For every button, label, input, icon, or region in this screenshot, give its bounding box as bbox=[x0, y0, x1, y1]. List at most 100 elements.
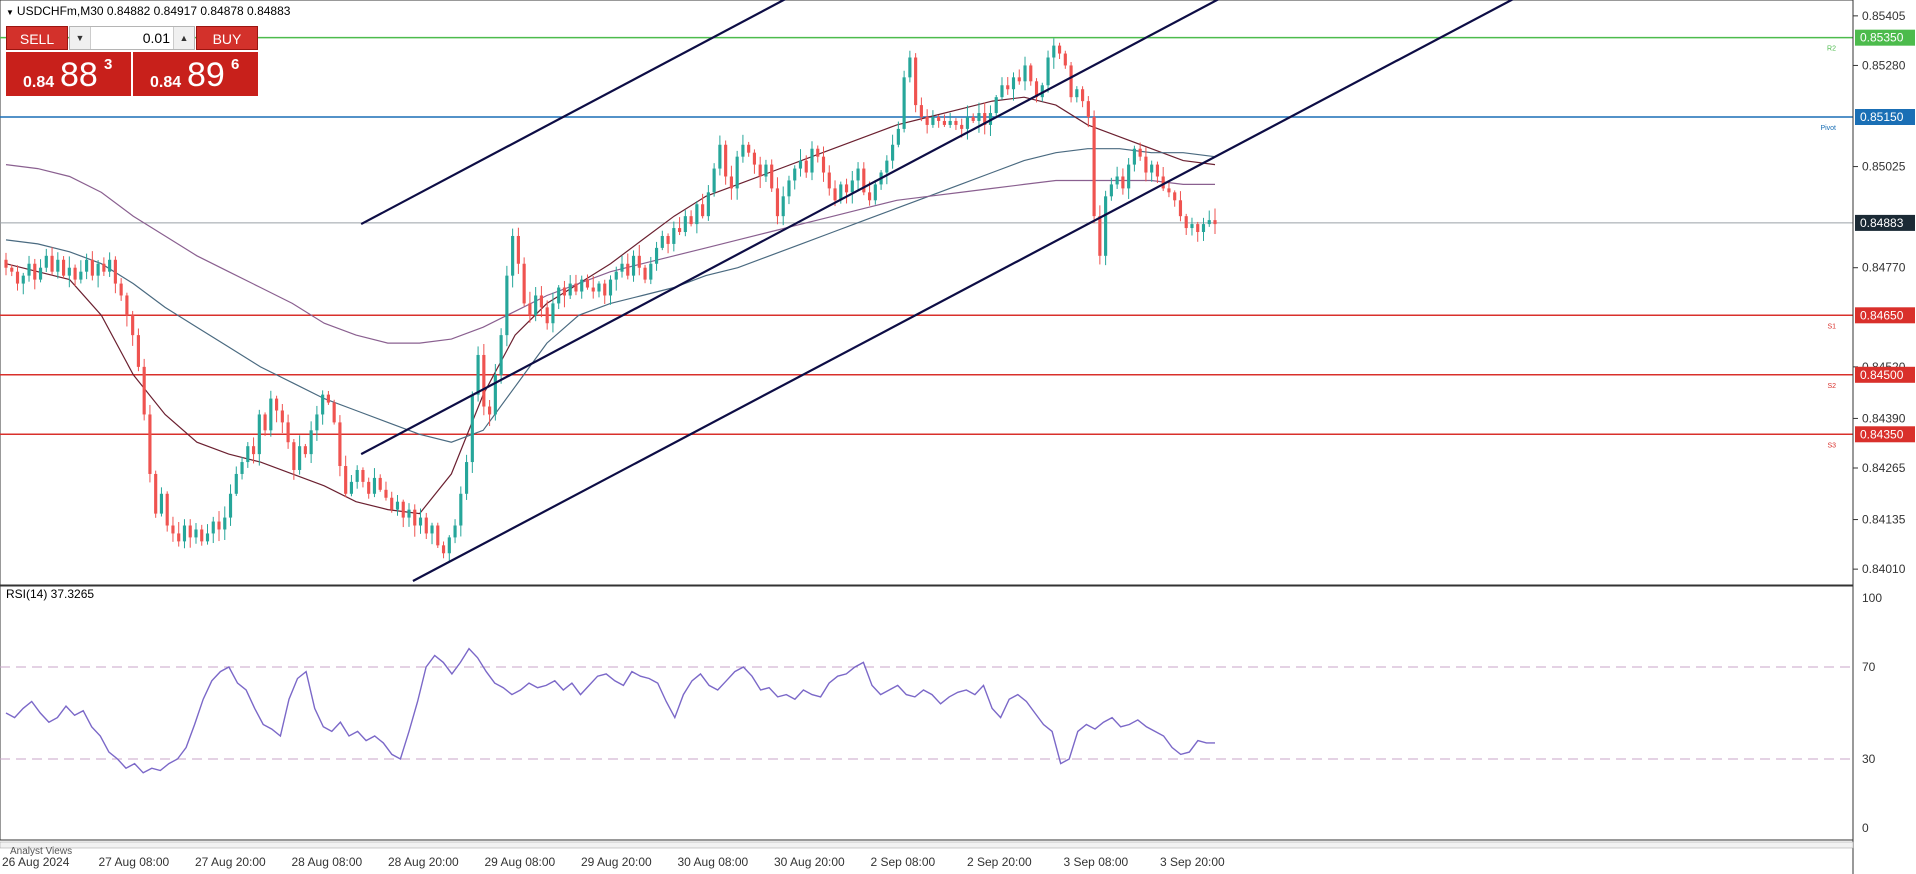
time-tick-label: 3 Sep 20:00 bbox=[1160, 855, 1225, 869]
candle-body bbox=[620, 263, 624, 272]
sell-button[interactable]: SELL bbox=[6, 26, 68, 50]
candle-body bbox=[223, 517, 227, 530]
sell-quote[interactable]: 0.84 88 3 bbox=[6, 52, 131, 96]
candle-body bbox=[654, 247, 659, 264]
lot-increase-icon[interactable]: ▲ bbox=[173, 27, 194, 49]
candle-body bbox=[418, 517, 423, 526]
level-price-tag-label: 0.84650 bbox=[1860, 308, 1904, 322]
candle-body bbox=[672, 228, 676, 244]
candle-body bbox=[798, 160, 803, 169]
rsi-panel: RSI(14) 37.3265 100 70 30 0 bbox=[0, 585, 1882, 841]
price-tick-label: 0.84010 bbox=[1862, 562, 1906, 576]
level-price-tag-label: 0.84500 bbox=[1860, 368, 1904, 382]
candle-body bbox=[539, 295, 543, 308]
analyst-views-bar[interactable] bbox=[0, 841, 1854, 849]
candle-body bbox=[395, 501, 400, 510]
candle-body bbox=[113, 259, 117, 284]
sell-quote-pips: 88 bbox=[60, 56, 98, 94]
candle-body bbox=[585, 279, 590, 288]
analyst-views-label[interactable]: Analyst Views bbox=[10, 846, 72, 857]
candle-body bbox=[367, 481, 371, 494]
candle-body bbox=[902, 77, 906, 129]
candle-body bbox=[372, 477, 377, 494]
buy-quote-pips: 89 bbox=[187, 56, 225, 94]
candle-body bbox=[56, 259, 60, 272]
candle-body bbox=[1201, 224, 1206, 233]
candle-body bbox=[689, 216, 693, 225]
candle-body bbox=[390, 497, 394, 510]
buy-quote[interactable]: 0.84 89 6 bbox=[133, 52, 258, 96]
candle-body bbox=[810, 148, 814, 173]
sell-quote-fraction: 3 bbox=[104, 56, 113, 73]
candle-body bbox=[1029, 65, 1033, 82]
rsi-plot-area bbox=[0, 585, 1854, 841]
lot-size-stepper[interactable]: ▼ 0.01 ▲ bbox=[69, 26, 195, 50]
candle-body bbox=[44, 255, 48, 268]
time-tick-label: 30 Aug 08:00 bbox=[678, 855, 749, 869]
candle-body bbox=[931, 117, 935, 125]
candle-body bbox=[747, 144, 751, 153]
candle-body bbox=[850, 180, 854, 193]
candle-body bbox=[73, 267, 77, 280]
candle-body bbox=[1173, 192, 1177, 201]
candle-body bbox=[937, 117, 941, 121]
candle-body bbox=[1127, 164, 1131, 189]
candle-body bbox=[528, 303, 532, 316]
candle-body bbox=[321, 394, 325, 415]
candle-body bbox=[1023, 65, 1027, 82]
candle-body bbox=[1155, 164, 1160, 177]
candle-body bbox=[240, 462, 244, 474]
candle-body bbox=[96, 263, 100, 276]
candle-body bbox=[1104, 196, 1108, 256]
candle-body bbox=[1046, 57, 1050, 86]
candle-body bbox=[925, 117, 929, 125]
candle-body bbox=[33, 263, 37, 280]
candle-body bbox=[873, 184, 877, 201]
candle-body bbox=[781, 196, 785, 217]
candle-body bbox=[821, 156, 826, 173]
candle-body bbox=[1006, 85, 1010, 90]
current-price-tag-label: 0.84883 bbox=[1860, 216, 1904, 230]
candle-body bbox=[942, 120, 946, 125]
buy-button[interactable]: BUY bbox=[196, 26, 258, 50]
candle-body bbox=[275, 398, 279, 411]
candle-body bbox=[292, 442, 296, 470]
candle-body bbox=[234, 473, 238, 494]
candle-body bbox=[361, 469, 365, 482]
level-name-pivot: Pivot bbox=[1820, 125, 1836, 132]
candle-body bbox=[384, 489, 388, 498]
level-name-s1: S1 bbox=[1827, 323, 1836, 330]
candle-body bbox=[844, 184, 849, 193]
candle-body bbox=[764, 164, 768, 177]
candle-body bbox=[683, 216, 687, 233]
candle-body bbox=[775, 188, 780, 217]
candle-body bbox=[1178, 200, 1183, 217]
candle-body bbox=[269, 398, 273, 431]
time-tick-label: 2 Sep 20:00 bbox=[967, 855, 1032, 869]
candle-body bbox=[211, 521, 215, 534]
candle-body bbox=[499, 335, 503, 375]
candle-body bbox=[1011, 77, 1016, 90]
candle-body bbox=[125, 295, 129, 316]
lot-decrease-icon[interactable]: ▼ bbox=[70, 27, 91, 49]
candle-body bbox=[148, 414, 152, 474]
lot-size-input[interactable]: 0.01 bbox=[92, 27, 170, 49]
main-plot-area bbox=[0, 0, 1854, 586]
candle-body bbox=[171, 525, 175, 534]
candle-body bbox=[188, 525, 192, 538]
candle-body bbox=[522, 263, 526, 304]
candle-body bbox=[574, 283, 578, 292]
collapse-triangle-icon[interactable]: ▼ bbox=[6, 8, 14, 17]
price-tick-label: 0.84390 bbox=[1862, 411, 1906, 425]
rsi-title: RSI(14) 37.3265 bbox=[6, 587, 94, 601]
candle-body bbox=[908, 57, 912, 78]
price-tags: 0.85350 0.85150 0.84650 0.84500 0.84350 0.848… bbox=[1855, 29, 1915, 443]
candle-body bbox=[505, 275, 509, 336]
price-tick-label: 0.85405 bbox=[1862, 9, 1906, 23]
candle-body bbox=[729, 176, 733, 189]
candle-body bbox=[344, 466, 348, 494]
candle-body bbox=[516, 235, 520, 264]
sell-quote-prefix: 0.84 bbox=[23, 74, 55, 91]
candle-body bbox=[251, 446, 256, 455]
candle-body bbox=[1138, 148, 1142, 157]
